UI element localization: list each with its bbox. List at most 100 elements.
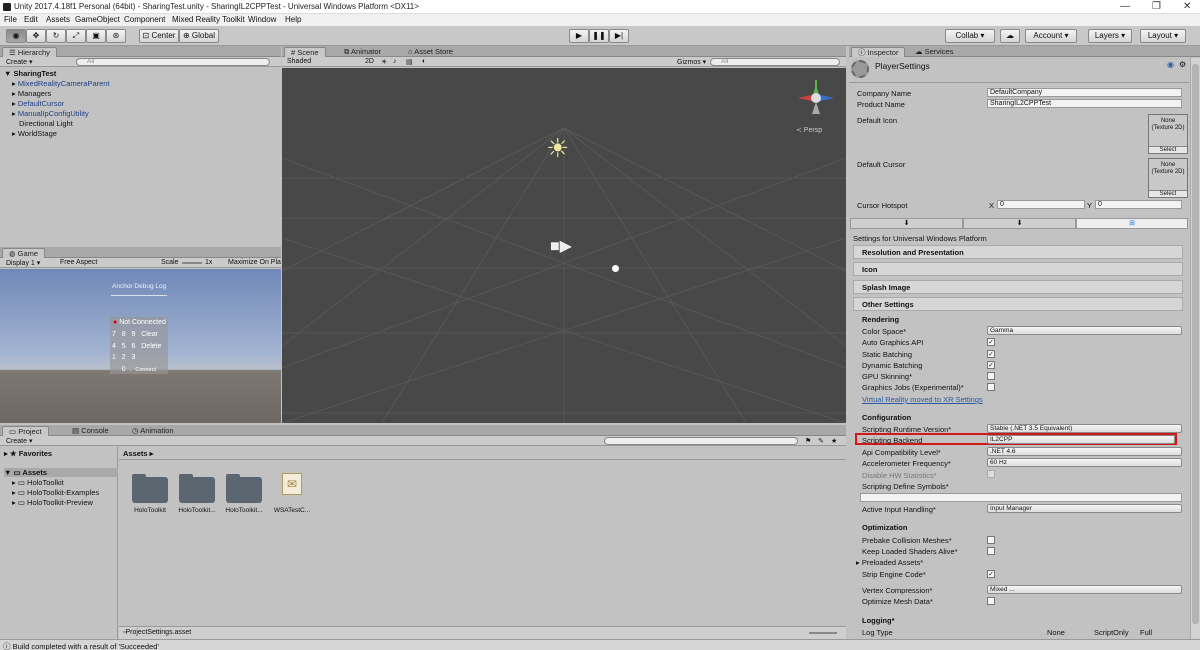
icon-size-slider[interactable] (809, 632, 837, 634)
collab-button[interactable]: Collab ▾ (945, 29, 995, 43)
game-view[interactable]: Anchor Debug Log ● Not Connected 7 8 9 C… (0, 269, 281, 423)
menu-help[interactable]: Help (285, 15, 301, 24)
maximize-on-play-toggle[interactable]: Maximize On Pla (228, 259, 281, 266)
asset-folder-icon[interactable] (179, 474, 215, 503)
default-cursor-picker[interactable]: None (Texture 2D) Select (1148, 158, 1188, 198)
tab-services[interactable]: ☁ Services (909, 47, 959, 57)
step-button[interactable]: ▶| (609, 29, 629, 43)
favorite-star-icon[interactable]: ★ (831, 437, 837, 445)
company-name-field[interactable]: DefaultCompany (987, 88, 1182, 97)
lighting-toggle-icon[interactable]: ☀ (381, 58, 387, 66)
api-compat-select[interactable]: .NET 4.6 (987, 447, 1182, 456)
aspect-select[interactable]: Free Aspect (60, 259, 97, 266)
inspector-scroll-thumb[interactable] (1192, 64, 1199, 624)
help-icon[interactable]: ◉ (1167, 60, 1174, 69)
favorites-item[interactable]: ▸ ★ Favorites (4, 449, 52, 458)
platform-tab-webgl[interactable]: ⬇ (963, 218, 1076, 229)
pause-button[interactable]: ❚❚ (589, 29, 609, 43)
runtime-version-select[interactable]: Stable (.NET 3.5 Equivalent) (987, 424, 1182, 433)
section-resolution[interactable]: Resolution and Presentation (853, 245, 1183, 259)
strip-code-checkbox[interactable]: ✓ (987, 570, 995, 578)
project-create-button[interactable]: Create ▾ (6, 437, 32, 445)
asset-folder-icon[interactable] (132, 474, 168, 503)
scene-root[interactable]: ▼ SharingTest (4, 69, 56, 78)
tab-hierarchy[interactable]: ☰ Hierarchy (2, 47, 57, 57)
scene-view[interactable]: ☀ ■▶ ≺ Persp (282, 68, 846, 423)
preloaded-assets-item[interactable]: ▸ Preloaded Assets* (856, 558, 923, 567)
cloud-button[interactable]: ☁ (1000, 29, 1020, 43)
pivot-global-button[interactable]: ⊕ Global (179, 29, 219, 43)
project-tree-item[interactable]: ▸ ▭ HoloToolkit-Preview (12, 498, 93, 507)
camera-gizmo-icon[interactable]: ■▶ (550, 236, 572, 256)
orientation-gizmo-icon[interactable] (794, 76, 838, 120)
key[interactable]: 4 (112, 343, 116, 350)
graphics-jobs-checkbox[interactable] (987, 383, 995, 391)
persp-label[interactable]: ≺ Persp (796, 126, 822, 134)
menu-edit[interactable]: Edit (24, 15, 38, 24)
project-tree-item[interactable]: ▸ ▭ HoloToolkit (12, 478, 64, 487)
hierarchy-item[interactable]: ▸ WorldStage (12, 129, 57, 138)
define-symbols-field[interactable] (860, 493, 1182, 502)
layout-button[interactable]: Layout ▾ (1140, 29, 1186, 43)
light-gizmo-icon[interactable]: ☀ (546, 133, 569, 164)
layers-button[interactable]: Layers ▾ (1088, 29, 1132, 43)
menu-mixed-reality-toolkit[interactable]: Mixed Reality Toolkit (172, 15, 245, 24)
menu-component[interactable]: Component (124, 15, 165, 24)
rotate-tool-button[interactable]: ↻ (46, 29, 66, 43)
tab-asset-store[interactable]: ⌂ Asset Store (402, 47, 459, 57)
key[interactable]: Connect (135, 367, 156, 373)
hierarchy-create-button[interactable]: Create ▾ (6, 58, 32, 66)
filter-type-icon[interactable]: ⚑ (805, 437, 811, 445)
project-tree-item[interactable]: ▸ ▭ HoloToolkit-Examples (12, 488, 99, 497)
tab-scene[interactable]: # Scene (284, 47, 326, 57)
key[interactable]: 9 (132, 331, 136, 338)
hidden-toggle-icon[interactable]: ◐ (422, 58, 426, 65)
tab-project[interactable]: ▭ Project (2, 426, 49, 436)
script-asset-icon[interactable]: ✉ (282, 473, 302, 495)
platform-tab-standalone[interactable]: ⬇ (850, 218, 963, 229)
hierarchy-item[interactable]: ▸ ManualIpConfigUtility (12, 109, 89, 118)
play-button[interactable]: ▶ (569, 29, 589, 43)
hierarchy-item[interactable]: Directional Light (19, 119, 73, 128)
move-tool-button[interactable]: ✥ (26, 29, 46, 43)
tab-game[interactable]: ◍ Game (2, 248, 46, 258)
scale-slider[interactable] (182, 262, 202, 264)
project-search-input[interactable] (604, 437, 798, 445)
scale-tool-button[interactable]: ⤢ (66, 29, 86, 43)
scene-search-input[interactable]: All (710, 58, 840, 66)
gizmos-select[interactable]: Gizmos ▾ (677, 58, 706, 66)
platform-tab-uwp[interactable]: ⊞ (1076, 218, 1188, 229)
vertex-compression-select[interactable]: Mixed ... (987, 585, 1182, 594)
gpu-skinning-checkbox[interactable] (987, 372, 995, 380)
maximize-button[interactable]: ❐ (1152, 1, 1161, 12)
key[interactable]: 0 (122, 366, 126, 373)
minimize-button[interactable]: — (1120, 1, 1130, 12)
toggle-2d-button[interactable]: 2D (365, 58, 374, 65)
hierarchy-item[interactable]: ▸ DefaultCursor (12, 99, 64, 108)
product-name-field[interactable]: SharingIL2CPPTest (987, 99, 1182, 108)
status-message[interactable]: ⓘ Build completed with a result of 'Succ… (3, 641, 159, 650)
select-cursor-button[interactable]: Select (1149, 190, 1187, 197)
assets-breadcrumb[interactable]: Assets ▸ (123, 449, 153, 458)
key[interactable]: . (130, 366, 132, 373)
shading-mode-select[interactable]: Shaded (287, 58, 311, 65)
close-button[interactable]: ✕ (1183, 1, 1191, 12)
tab-animation[interactable]: ◷ Animation (126, 426, 180, 436)
key[interactable]: 6 (132, 343, 136, 350)
key[interactable]: 3 (132, 354, 136, 361)
keep-shaders-checkbox[interactable] (987, 547, 995, 555)
auto-graphics-checkbox[interactable]: ✓ (987, 338, 995, 346)
inspector-scrollbar[interactable] (1190, 58, 1200, 639)
key[interactable]: 1 (112, 354, 116, 361)
filter-label-icon[interactable]: ✎ (818, 437, 824, 445)
menu-assets[interactable]: Assets (46, 15, 70, 24)
section-splash[interactable]: Splash Image (853, 280, 1183, 294)
menu-window[interactable]: Window (248, 15, 276, 24)
key[interactable]: Clear (141, 331, 158, 338)
rect-tool-button[interactable]: ▣ (86, 29, 106, 43)
pivot-center-button[interactable]: ⊡ Center (139, 29, 179, 43)
asset-folder-icon[interactable] (226, 474, 262, 503)
key[interactable]: 7 (112, 331, 116, 338)
assets-root-item[interactable]: ▼ ▭ Assets (4, 468, 118, 477)
hierarchy-item[interactable]: ▸ MixedRealityCameraParent (12, 79, 110, 88)
